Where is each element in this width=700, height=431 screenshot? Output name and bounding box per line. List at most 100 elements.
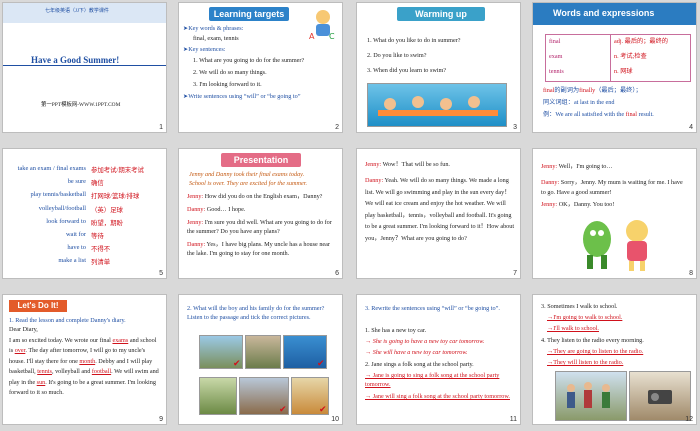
slide-thumbnail-6[interactable]: Presentation Jenny and Danny took their … — [178, 148, 343, 279]
slide-thumbnail-3[interactable]: Warming up 1. What do you like to do in … — [356, 2, 521, 133]
vocab-divider — [610, 35, 611, 81]
key-sentence-3: 3. I'm looking forward to it. — [193, 81, 262, 88]
swimming-kids-photo — [367, 83, 507, 127]
item-sentence: 4. They listen to the radio every mornin… — [541, 337, 644, 344]
svg-text:A: A — [309, 32, 315, 41]
dialogue-line: Jenny: I'm sure you did well. What are y… — [187, 219, 332, 235]
phrase-row: be sure 确信 — [3, 178, 166, 191]
dialogue-line: Jenny: How did you do on the English exa… — [187, 193, 323, 200]
slide-thumbnail-9[interactable]: Let's Do It! 1. Read the lesson and comp… — [2, 294, 167, 425]
checkmark-icon: ✔ — [317, 359, 325, 369]
dialogue-line: Danny: Yes，I have big plans. My uncle ha… — [187, 241, 330, 257]
vocab-definition: adj. 最后的；最终的 — [614, 38, 668, 45]
dialogue-line: Jenny: OK，Danny. You too! — [541, 201, 615, 208]
answer-sentence: →They will listen to the radio. — [547, 359, 624, 366]
note-line-2: 同义词组：at last in the end — [543, 99, 615, 106]
dialogue-line: Danny: Good… I hope. — [187, 206, 246, 213]
slide-thumbnail-7[interactable]: Jenny: Wow！That will be so fun. Danny: Y… — [356, 148, 521, 279]
item-sentence: 2. Jane sings a folk song at the school … — [365, 361, 474, 368]
vocab-definition: n. 考试;检查 — [614, 53, 647, 60]
phrase-english: make a list — [58, 257, 86, 265]
note-line-1: final的副词为finally（最后；最终）； — [543, 87, 642, 94]
vocab-word: tennis — [549, 68, 564, 75]
picture-option-2 — [245, 335, 281, 369]
title-rule — [3, 65, 166, 66]
key-words-list: final, exam, tennis — [193, 35, 239, 42]
slide-thumbnail-2[interactable]: Learning targets AC ➤Key words & phrases… — [178, 2, 343, 133]
phrase-list: take an exam / final exams 参加考试/期末考试 be su… — [3, 165, 166, 271]
dialogue-line: Jenny: Well，I'm going to… — [541, 163, 613, 170]
phrase-english: be sure — [67, 178, 86, 186]
picture-option-4 — [199, 377, 237, 415]
phrase-row: play tennis/basketball 打网球/篮球/排球 — [3, 191, 166, 204]
phrase-row: have to 不得不 — [3, 244, 166, 257]
slide-thumbnail-12[interactable]: 3. Sometimes I walk to school. →I'm goin… — [532, 294, 697, 425]
dialogue-line: Jenny: Wow！That will be so fun. — [365, 161, 450, 168]
phrase-english: have to — [67, 244, 86, 252]
slide-heading: Presentation — [221, 153, 301, 167]
phrase-english: volleyball/football — [38, 204, 86, 212]
checkmark-icon: ✔ — [319, 405, 327, 415]
slide-number: 11 — [509, 416, 517, 423]
phrase-english: take an exam / final exams — [17, 165, 86, 172]
answer-sentence: →They are going to listen to the radio. — [547, 348, 644, 355]
writing-task: ➤Write sentences using “will” or “be goi… — [183, 93, 301, 100]
slide-thumbnail-11[interactable]: 3. Rewrite the sentences using “will” or… — [356, 294, 521, 425]
dialogue-line: Danny: Yeah. We will do so many things. … — [365, 177, 515, 242]
radio-listening-photo — [629, 371, 691, 421]
slide-number: 8 — [689, 270, 693, 277]
slide-number: 4 — [689, 124, 693, 131]
key-sentences-label: ➤Key sentences: — [183, 46, 226, 53]
vocab-word: final — [549, 38, 561, 45]
svg-text:C: C — [329, 32, 335, 41]
answer-sentence: → Jane is going to sing a folk song at t… — [365, 372, 500, 388]
slide-number: 10 — [331, 416, 339, 423]
slide-thumbnail-8[interactable]: Jenny: Well，I'm going to… Danny: Sorry，J… — [532, 148, 697, 279]
slide-subtitle: 七年级英语（JJ下）教学课件 — [45, 9, 109, 14]
walking-people-photo — [555, 371, 627, 421]
phrase-chinese: 列清单 — [91, 259, 111, 267]
task-instruction: 2. What will the boy and his family do f… — [187, 305, 325, 321]
phrase-chinese: 确信 — [91, 180, 104, 188]
warmup-question-2: 2. Do you like to swim? — [367, 52, 427, 59]
intro-line-2: School is over. They are excited for the… — [189, 180, 307, 187]
key-sentence-2: 2. We will do so many things. — [193, 69, 267, 76]
phrase-row: make a list 列清单 — [3, 257, 166, 270]
phrase-row: take an exam / final exams 参加考试/期末考试 — [3, 165, 166, 178]
abc-kid-illustration: AC — [307, 7, 339, 41]
slide-number: 9 — [159, 416, 163, 423]
slide-number: 2 — [335, 124, 339, 131]
slide-number: 7 — [513, 270, 517, 277]
slide-thumbnail-4[interactable]: Words and expressions final adj. 最后的；最终的… — [532, 2, 697, 133]
answer-sentence: → Jane will sing a folk song at the scho… — [365, 393, 510, 400]
key-words-label: ➤Key words & phrases: — [183, 25, 244, 32]
slide-heading: Warming up — [397, 7, 485, 21]
intro-line-1: Jenny and Danny took their final exams t… — [189, 171, 305, 178]
phrase-chinese: 等待 — [91, 232, 104, 240]
phrase-row: look forward to 盼望，期盼 — [3, 218, 166, 231]
item-sentence: 1. She has a new toy car. — [365, 327, 427, 334]
slide-number: 3 — [513, 124, 517, 131]
note-line-3: 例：We are all satisfied with the final re… — [543, 111, 654, 118]
warmup-question-1: 1. What do you like to do in summer? — [367, 37, 461, 44]
slide-number: 1 — [159, 124, 163, 131]
phrase-english: play tennis/basketball — [30, 191, 86, 199]
checkmark-icon: ✔ — [233, 359, 241, 369]
diary-greeting: Dear Diary, — [9, 326, 38, 333]
slide-thumbnail-10[interactable]: 2. What will the boy and his family do f… — [178, 294, 343, 425]
answer-sentence: → She will have a new toy car tomorrow. — [365, 349, 468, 356]
slide-thumbnail-5[interactable]: take an exam / final exams 参加考试/期末考试 be su… — [2, 148, 167, 279]
warmup-question-3: 3. When did you learn to swim? — [367, 67, 447, 74]
answer-sentence: →I'm going to walk to school. — [547, 314, 623, 321]
slide-heading: Words and expressions — [553, 8, 655, 18]
vocab-definition: n. 网球 — [614, 68, 633, 75]
vocab-table: final adj. 最后的；最终的 exam n. 考试;检查 tennis … — [545, 34, 691, 82]
task-instruction: 1. Read the lesson and complete Danny's … — [9, 317, 126, 324]
diary-text: I am so excited today. We wrote our fina… — [9, 337, 159, 397]
task-instruction: 3. Rewrite the sentences using “will” or… — [365, 305, 500, 312]
phrase-row: volleyball/football （英）足球 — [3, 204, 166, 218]
slide-credit: 第一PPT模板网-WWW.1PPT.COM — [41, 102, 121, 108]
slide-thumbnail-1[interactable]: 七年级英语（JJ下）教学课件 Have a Good Summer! 第一PPT… — [2, 2, 167, 133]
phrase-chinese: 盼望，期盼 — [91, 219, 123, 227]
slide-heading: Let's Do It! — [9, 300, 67, 312]
